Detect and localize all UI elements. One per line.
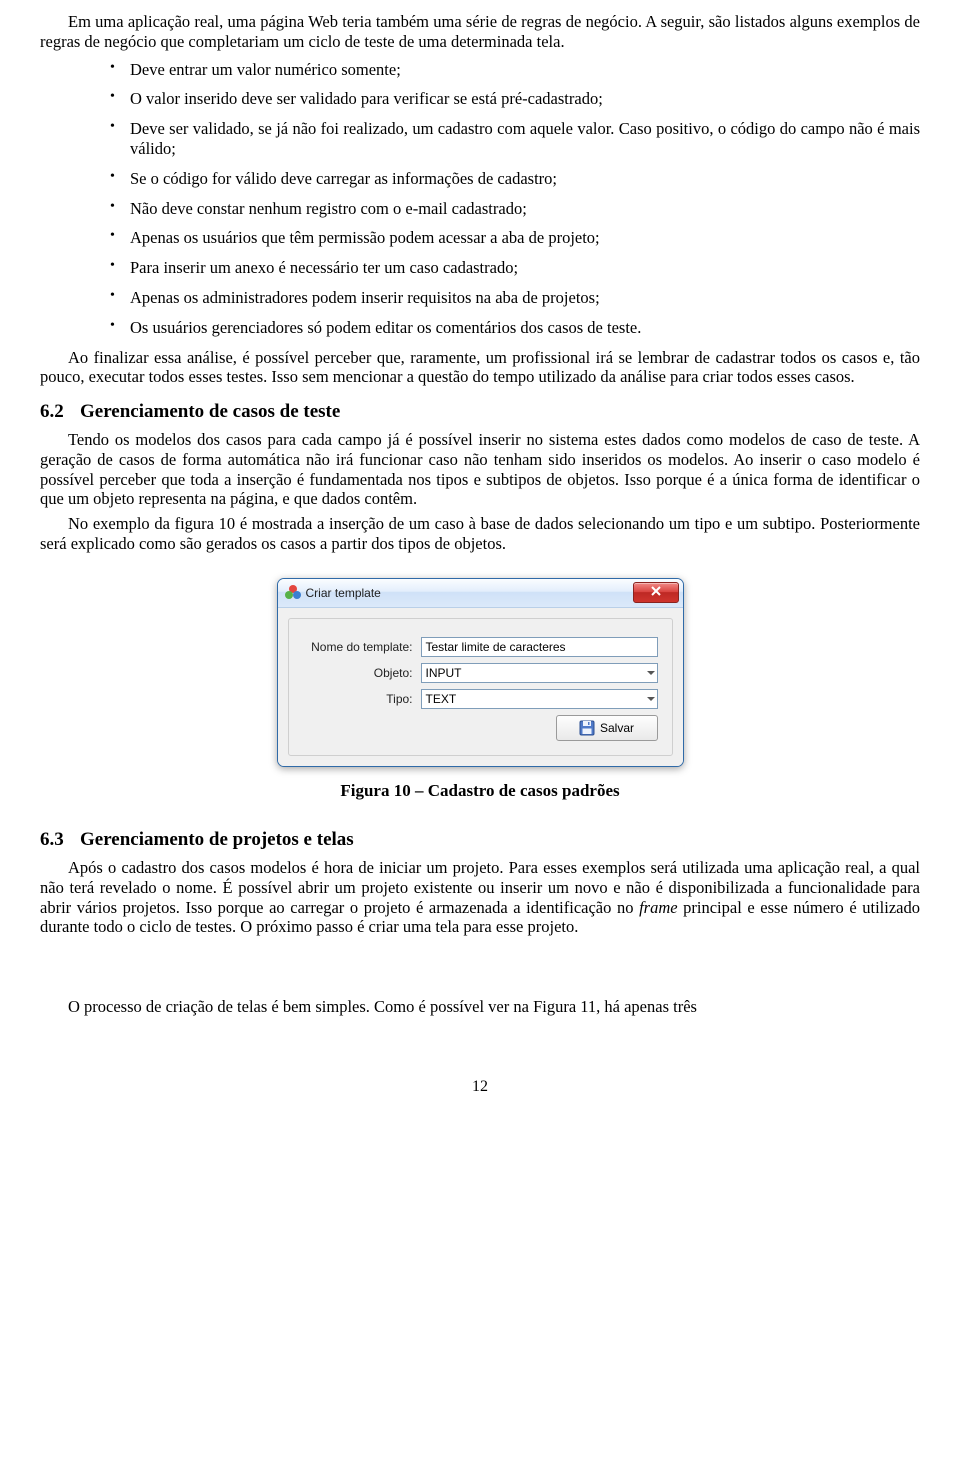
dialog-form-group: Nome do template: Testar limite de carac… bbox=[288, 618, 673, 756]
combo-value: INPUT bbox=[426, 666, 462, 680]
heading-title: Gerenciamento de casos de teste bbox=[80, 401, 340, 422]
paragraph-63-2: O processo de criação de telas é bem sim… bbox=[40, 997, 920, 1017]
input-nome-template[interactable]: Testar limite de caracteres bbox=[421, 637, 658, 657]
list-item: Para inserir um anexo é necessário ter u… bbox=[110, 258, 920, 278]
paragraph-62-2: No exemplo da figura 10 é mostrada a ins… bbox=[40, 514, 920, 554]
list-item: Apenas os usuários que têm permissão pod… bbox=[110, 228, 920, 248]
combo-objeto[interactable]: INPUT bbox=[421, 663, 658, 683]
list-item: Se o código for válido deve carregar as … bbox=[110, 169, 920, 189]
dialog-titlebar[interactable]: Criar template bbox=[278, 579, 683, 608]
bullet-list: Deve entrar um valor numérico somente; O… bbox=[40, 60, 920, 338]
heading-number: 6.2 bbox=[40, 401, 80, 424]
close-button[interactable] bbox=[633, 582, 679, 603]
label-tipo: Tipo: bbox=[303, 692, 421, 706]
page-number: 12 bbox=[40, 1077, 920, 1096]
list-item: O valor inserido deve ser validado para … bbox=[110, 89, 920, 109]
paragraph-intro: Em uma aplicação real, uma página Web te… bbox=[40, 12, 920, 52]
heading-6-2: 6.2Gerenciamento de casos de teste bbox=[40, 401, 920, 424]
input-value: Testar limite de caracteres bbox=[426, 640, 566, 654]
chevron-down-icon bbox=[647, 697, 655, 701]
close-icon bbox=[651, 585, 661, 599]
paragraph-63-1: Após o cadastro dos casos modelos é hora… bbox=[40, 858, 920, 937]
list-item: Deve entrar um valor numérico somente; bbox=[110, 60, 920, 80]
list-item: Deve ser validado, se já não foi realiza… bbox=[110, 119, 920, 159]
label-objeto: Objeto: bbox=[303, 666, 421, 680]
app-icon bbox=[285, 585, 301, 601]
paragraph-after-bullets: Ao finalizar essa análise, é possível pe… bbox=[40, 348, 920, 388]
list-item: Apenas os administradores podem inserir … bbox=[110, 288, 920, 308]
dialog-window: Criar template Nome do template: Testar … bbox=[277, 578, 684, 767]
combo-tipo[interactable]: TEXT bbox=[421, 689, 658, 709]
list-item: Os usuários gerenciadores só podem edita… bbox=[110, 318, 920, 338]
dialog-title: Criar template bbox=[306, 586, 381, 600]
heading-number: 6.3 bbox=[40, 829, 80, 852]
save-button[interactable]: Salvar bbox=[556, 715, 658, 741]
label-nome-template: Nome do template: bbox=[303, 640, 421, 654]
save-button-label: Salvar bbox=[600, 721, 634, 735]
list-item: Não deve constar nenhum registro com o e… bbox=[110, 199, 920, 219]
paragraph-62-1: Tendo os modelos dos casos para cada cam… bbox=[40, 430, 920, 509]
heading-title: Gerenciamento de projetos e telas bbox=[80, 829, 354, 850]
figure-caption-10: Figura 10 – Cadastro de casos padrões bbox=[40, 781, 920, 801]
heading-6-3: 6.3Gerenciamento de projetos e telas bbox=[40, 829, 920, 852]
chevron-down-icon bbox=[647, 671, 655, 675]
combo-value: TEXT bbox=[426, 692, 457, 706]
save-icon bbox=[579, 720, 595, 736]
